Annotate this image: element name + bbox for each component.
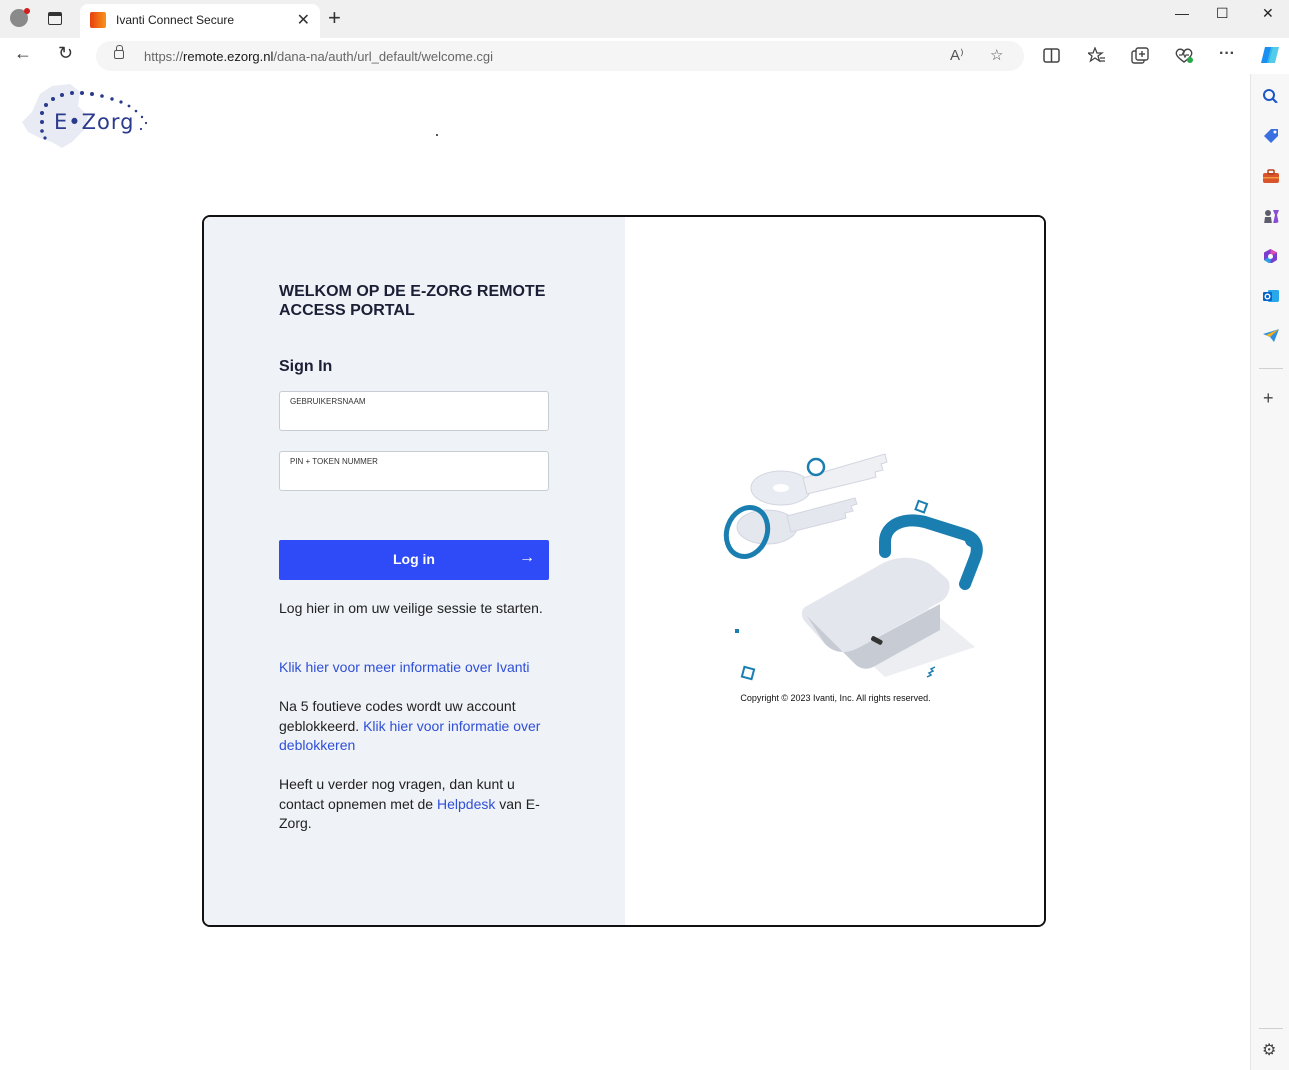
new-tab-button[interactable]: + [328,7,341,29]
favorite-star-icon[interactable]: ☆ [990,46,1003,64]
welcome-title: WELKOM OP DE E-ZORG REMOTE ACCESS PORTAL [279,283,546,319]
decorative-dot [436,134,438,136]
page-content: E•Zorg WELKOM OP DE E-ZORG REMOTE ACCESS… [0,74,1250,1070]
copilot-icon[interactable] [1259,45,1281,65]
login-card: WELKOM OP DE E-ZORG REMOTE ACCESS PORTAL… [202,215,1046,927]
url-path: /dana-na/auth/url_default/welcome.cgi [273,49,494,64]
sidebar-divider [1259,1028,1283,1029]
sign-in-heading: Sign In [279,358,333,375]
close-tab-icon[interactable]: ✕ [297,10,310,30]
copyright-text: Copyright © 2023 Ivanti, Inc. All rights… [740,693,931,703]
profile-notification-dot [24,8,30,14]
login-button[interactable]: Log in → [279,540,549,580]
tab-actions-icon[interactable] [48,12,62,25]
helpdesk-link[interactable]: Helpdesk [437,796,495,812]
add-sidebar-app-button[interactable]: + [1263,388,1274,409]
url-prefix: https:// [144,49,184,64]
username-label: GEBRUIKERSNAAM [290,397,366,406]
arrow-right-icon: → [519,549,535,566]
illustration-panel: Copyright © 2023 Ivanti, Inc. All rights… [625,217,1044,925]
edge-sidebar: + ⚙ [1250,74,1289,1070]
browser-tab[interactable]: Ivanti Connect Secure ✕ [80,4,320,38]
games-icon[interactable] [1262,208,1279,223]
help-text: Heeft u verder nog vragen, dan kunt u co… [279,775,549,834]
back-button[interactable]: ← [14,43,32,64]
username-input[interactable] [289,409,537,427]
refresh-button[interactable]: ↻ [58,43,73,64]
sidebar-settings-gear-icon[interactable]: ⚙ [1262,1040,1276,1060]
search-icon[interactable] [1262,88,1279,103]
username-field[interactable]: GEBRUIKERSNAAM [279,391,549,431]
browser-essentials-icon[interactable] [1175,47,1194,64]
lock-icon[interactable] [114,45,124,59]
close-window-button[interactable]: ✕ [1262,5,1274,22]
microsoft365-icon[interactable] [1262,248,1279,263]
session-info-text: Log hier in om uw veilige sessie te star… [279,600,543,616]
collections-icon[interactable] [1131,47,1149,64]
ezorg-logo: E•Zorg [18,82,158,152]
tools-icon[interactable] [1262,169,1279,184]
browser-toolbar: ← ↻ https://remote.ezorg.nl/dana-na/auth… [0,38,1289,74]
outlook-icon[interactable] [1262,288,1279,303]
drop-icon[interactable] [1262,328,1279,343]
url-text[interactable]: https://remote.ezorg.nl/dana-na/auth/url… [144,49,493,64]
key-icon [723,453,888,559]
password-field[interactable]: PIN + TOKEN NUMMER [279,451,549,491]
address-bar[interactable]: https://remote.ezorg.nl/dana-na/auth/url… [96,41,1024,71]
favorites-icon[interactable] [1088,47,1106,64]
logo-text: E•Zorg [54,110,135,134]
keys-and-padlock-illustration [723,453,983,681]
password-label: PIN + TOKEN NUMMER [290,457,378,466]
minimize-button[interactable]: — [1175,5,1189,21]
browser-titlebar: Ivanti Connect Secure ✕ + — ☐ ✕ [0,0,1289,38]
login-panel: WELKOM OP DE E-ZORG REMOTE ACCESS PORTAL… [204,217,625,925]
blocked-info-text: Na 5 foutieve codes wordt uw account geb… [279,697,549,756]
read-aloud-icon[interactable]: A⁾ [950,46,964,64]
shopping-icon[interactable] [1262,128,1279,143]
ivanti-info-link[interactable]: Klik hier voor meer informatie over Ivan… [279,658,579,678]
more-icon[interactable]: ··· [1219,45,1235,63]
maximize-button[interactable]: ☐ [1216,5,1229,22]
password-input[interactable] [289,469,537,487]
tab-title: Ivanti Connect Secure [116,13,235,27]
login-button-label: Log in [393,551,435,567]
split-screen-icon[interactable] [1043,47,1060,64]
ivanti-favicon-icon [90,12,106,28]
url-host: remote.ezorg.nl [183,49,274,64]
sidebar-divider [1259,368,1283,369]
